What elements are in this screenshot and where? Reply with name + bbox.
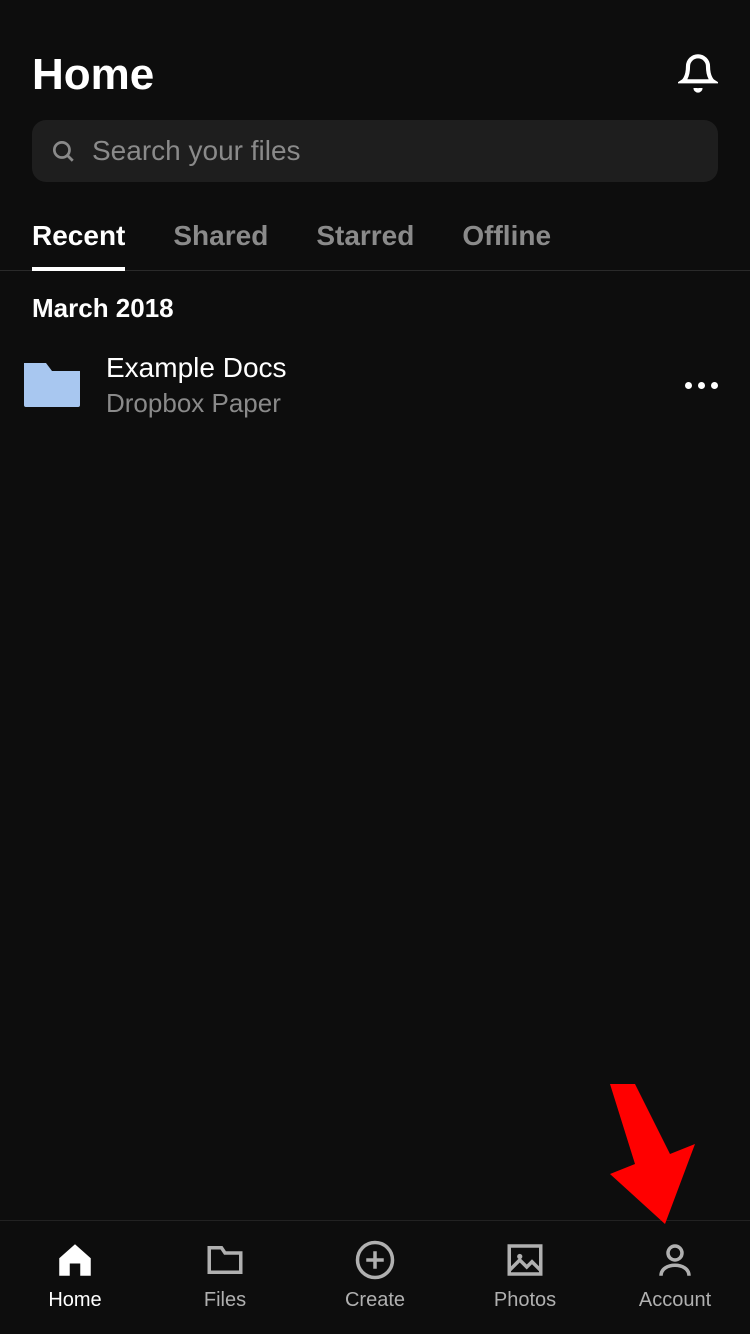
- item-title: Example Docs: [106, 352, 661, 384]
- bell-icon: [678, 53, 718, 93]
- files-icon: [204, 1239, 246, 1281]
- nav-account[interactable]: Account: [615, 1239, 735, 1312]
- nav-photos[interactable]: Photos: [465, 1239, 585, 1312]
- photos-icon: [504, 1239, 546, 1281]
- nav-label: Photos: [494, 1289, 556, 1312]
- home-icon: [54, 1239, 96, 1281]
- nav-label: Account: [639, 1289, 711, 1312]
- search-container: [0, 120, 750, 202]
- header: Home: [0, 0, 750, 120]
- item-text: Example Docs Dropbox Paper: [106, 352, 661, 419]
- tab-starred[interactable]: Starred: [316, 220, 414, 270]
- nav-home[interactable]: Home: [15, 1239, 135, 1312]
- item-subtitle: Dropbox Paper: [106, 388, 661, 419]
- nav-label: Create: [345, 1289, 405, 1312]
- search-bar[interactable]: [32, 120, 718, 182]
- nav-create[interactable]: Create: [315, 1239, 435, 1312]
- nav-label: Files: [204, 1289, 246, 1312]
- search-icon: [50, 138, 76, 164]
- nav-files[interactable]: Files: [165, 1239, 285, 1312]
- tab-shared[interactable]: Shared: [173, 220, 268, 270]
- section-header: March 2018: [0, 271, 750, 334]
- folder-icon: [22, 357, 82, 414]
- list-item[interactable]: Example Docs Dropbox Paper: [0, 334, 750, 437]
- tab-bar: Recent Shared Starred Offline: [0, 202, 750, 271]
- more-options-button[interactable]: [685, 382, 718, 389]
- plus-circle-icon: [354, 1239, 396, 1281]
- bottom-nav: Home Files Create Photos Account: [0, 1220, 750, 1334]
- content-spacer: [0, 437, 750, 1220]
- search-input[interactable]: [92, 135, 700, 167]
- dots-icon: [685, 382, 692, 389]
- account-icon: [654, 1239, 696, 1281]
- tab-recent[interactable]: Recent: [32, 220, 125, 270]
- tab-offline[interactable]: Offline: [462, 220, 551, 270]
- notifications-button[interactable]: [678, 53, 718, 98]
- nav-label: Home: [48, 1289, 101, 1312]
- page-title: Home: [32, 50, 154, 100]
